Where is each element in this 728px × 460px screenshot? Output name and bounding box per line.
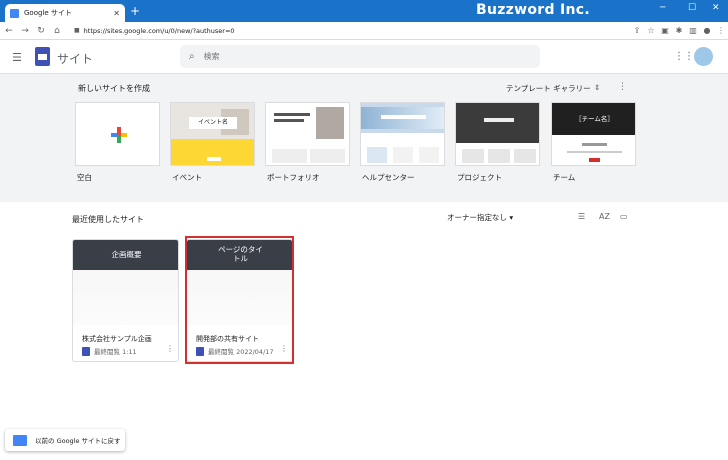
legacy-sites-button[interactable]: 以前の Google サイトに戻す	[5, 429, 125, 451]
sidepanel-icon[interactable]: ▥	[686, 26, 700, 35]
minimize-icon[interactable]: ─	[660, 3, 665, 13]
puzzle-icon[interactable]: ✱	[672, 26, 686, 35]
site-hero-text: 企画概要	[73, 240, 178, 270]
main-menu-icon[interactable]: ☰	[12, 51, 22, 64]
template-label-portfolio: ポートフォリオ	[267, 173, 320, 182]
new-tab-button[interactable]: +	[130, 4, 140, 18]
template-label-project: プロジェクト	[457, 173, 502, 182]
owner-filter-dropdown[interactable]: オーナー指定なし ▾	[447, 212, 513, 223]
template-event[interactable]: イベント名	[170, 102, 255, 166]
template-label-help-center: ヘルプセンター	[362, 173, 415, 182]
unfold-icon[interactable]: ⇕	[594, 83, 600, 92]
browser-tab[interactable]: Google サイト ✕	[5, 4, 125, 22]
site-more-icon[interactable]: ⋮	[166, 344, 174, 353]
avatar[interactable]	[694, 47, 713, 66]
search-box[interactable]: ⌕	[180, 45, 540, 68]
template-project[interactable]	[455, 102, 540, 166]
site-last-viewed: 最終閲覧 1:11	[94, 348, 137, 356]
tab-title: Google サイト	[24, 9, 72, 17]
sort-az-icon[interactable]: AZ	[599, 212, 610, 221]
profile-icon[interactable]: ●	[700, 26, 714, 35]
bookmark-star-icon[interactable]: ☆	[644, 26, 658, 35]
search-icon[interactable]: ⌕	[189, 51, 195, 62]
dropdown-arrow-icon: ▾	[509, 213, 514, 222]
owner-filter-label: オーナー指定なし	[447, 213, 507, 222]
template-section: 新しいサイトを作成 テンプレート ギャラリー ⇕ ⋮ 空白 イベント名 イベント…	[0, 74, 728, 202]
recent-site-card[interactable]: 企画概要 株式会社サンプル企画 最終閲覧 1:11 ⋮	[72, 239, 179, 362]
list-view-icon[interactable]: ☰	[578, 212, 585, 221]
lock-icon: ■	[74, 27, 80, 34]
brand-watermark: Buzzword Inc.	[476, 2, 590, 18]
app-header: ☰ サイト ⌕ ⋮⋮⋮	[0, 40, 728, 74]
forward-icon[interactable]: →	[18, 26, 32, 36]
plus-icon	[111, 127, 127, 143]
home-icon[interactable]: ⌂	[50, 26, 64, 36]
template-label-team: チーム	[553, 173, 576, 182]
team-hero-text: ［チーム名］	[552, 103, 635, 135]
more-options-icon[interactable]: ⋮	[618, 82, 627, 92]
sites-favicon-icon	[10, 8, 19, 18]
legacy-sites-label: 以前の Google サイトに戻す	[35, 437, 121, 445]
template-gallery-button[interactable]: テンプレート ギャラリー	[506, 83, 591, 94]
template-section-title: 新しいサイトを作成	[78, 84, 150, 93]
sites-logo-icon[interactable]	[35, 47, 50, 66]
maximize-icon[interactable]: ☐	[688, 3, 696, 13]
url-field[interactable]: ■ https://sites.google.com/u/0/new/?auth…	[74, 27, 630, 35]
template-label-blank: 空白	[77, 173, 92, 182]
legacy-sites-icon	[13, 434, 27, 446]
selection-highlight	[185, 236, 294, 364]
address-bar: ← → ↻ ⌂ ■ https://sites.google.com/u/0/n…	[0, 22, 728, 40]
template-label-event: イベント	[172, 173, 202, 182]
search-input[interactable]	[203, 52, 504, 61]
back-icon[interactable]: ←	[2, 26, 16, 36]
template-help-center[interactable]	[360, 102, 445, 166]
reload-icon[interactable]: ↻	[34, 26, 48, 36]
event-hero-text: イベント名	[189, 117, 237, 129]
site-thumbnail: 企画概要	[73, 240, 178, 325]
folder-icon[interactable]: ▭	[620, 212, 628, 221]
app-title[interactable]: サイト	[57, 50, 93, 67]
close-window-icon[interactable]: ✕	[712, 3, 720, 13]
share-icon[interactable]: ⇪	[630, 26, 644, 35]
browser-menu-icon[interactable]: ⋮	[714, 26, 728, 35]
site-name: 株式会社サンプル企画	[82, 335, 152, 343]
recent-section-title: 最近使用したサイト	[72, 215, 144, 224]
template-portfolio[interactable]	[265, 102, 350, 166]
template-team[interactable]: ［チーム名］	[551, 102, 636, 166]
site-meta: 最終閲覧 1:11	[82, 346, 137, 356]
browser-tab-bar: Google サイト ✕ + Buzzword Inc. ─ ☐ ✕	[0, 0, 728, 22]
url-text: https://sites.google.com/u/0/new/?authus…	[83, 26, 235, 35]
sites-doc-icon	[82, 346, 90, 356]
template-blank[interactable]	[75, 102, 160, 166]
tab-close-icon[interactable]: ✕	[113, 9, 120, 18]
extension-icon[interactable]: ▣	[658, 26, 672, 35]
